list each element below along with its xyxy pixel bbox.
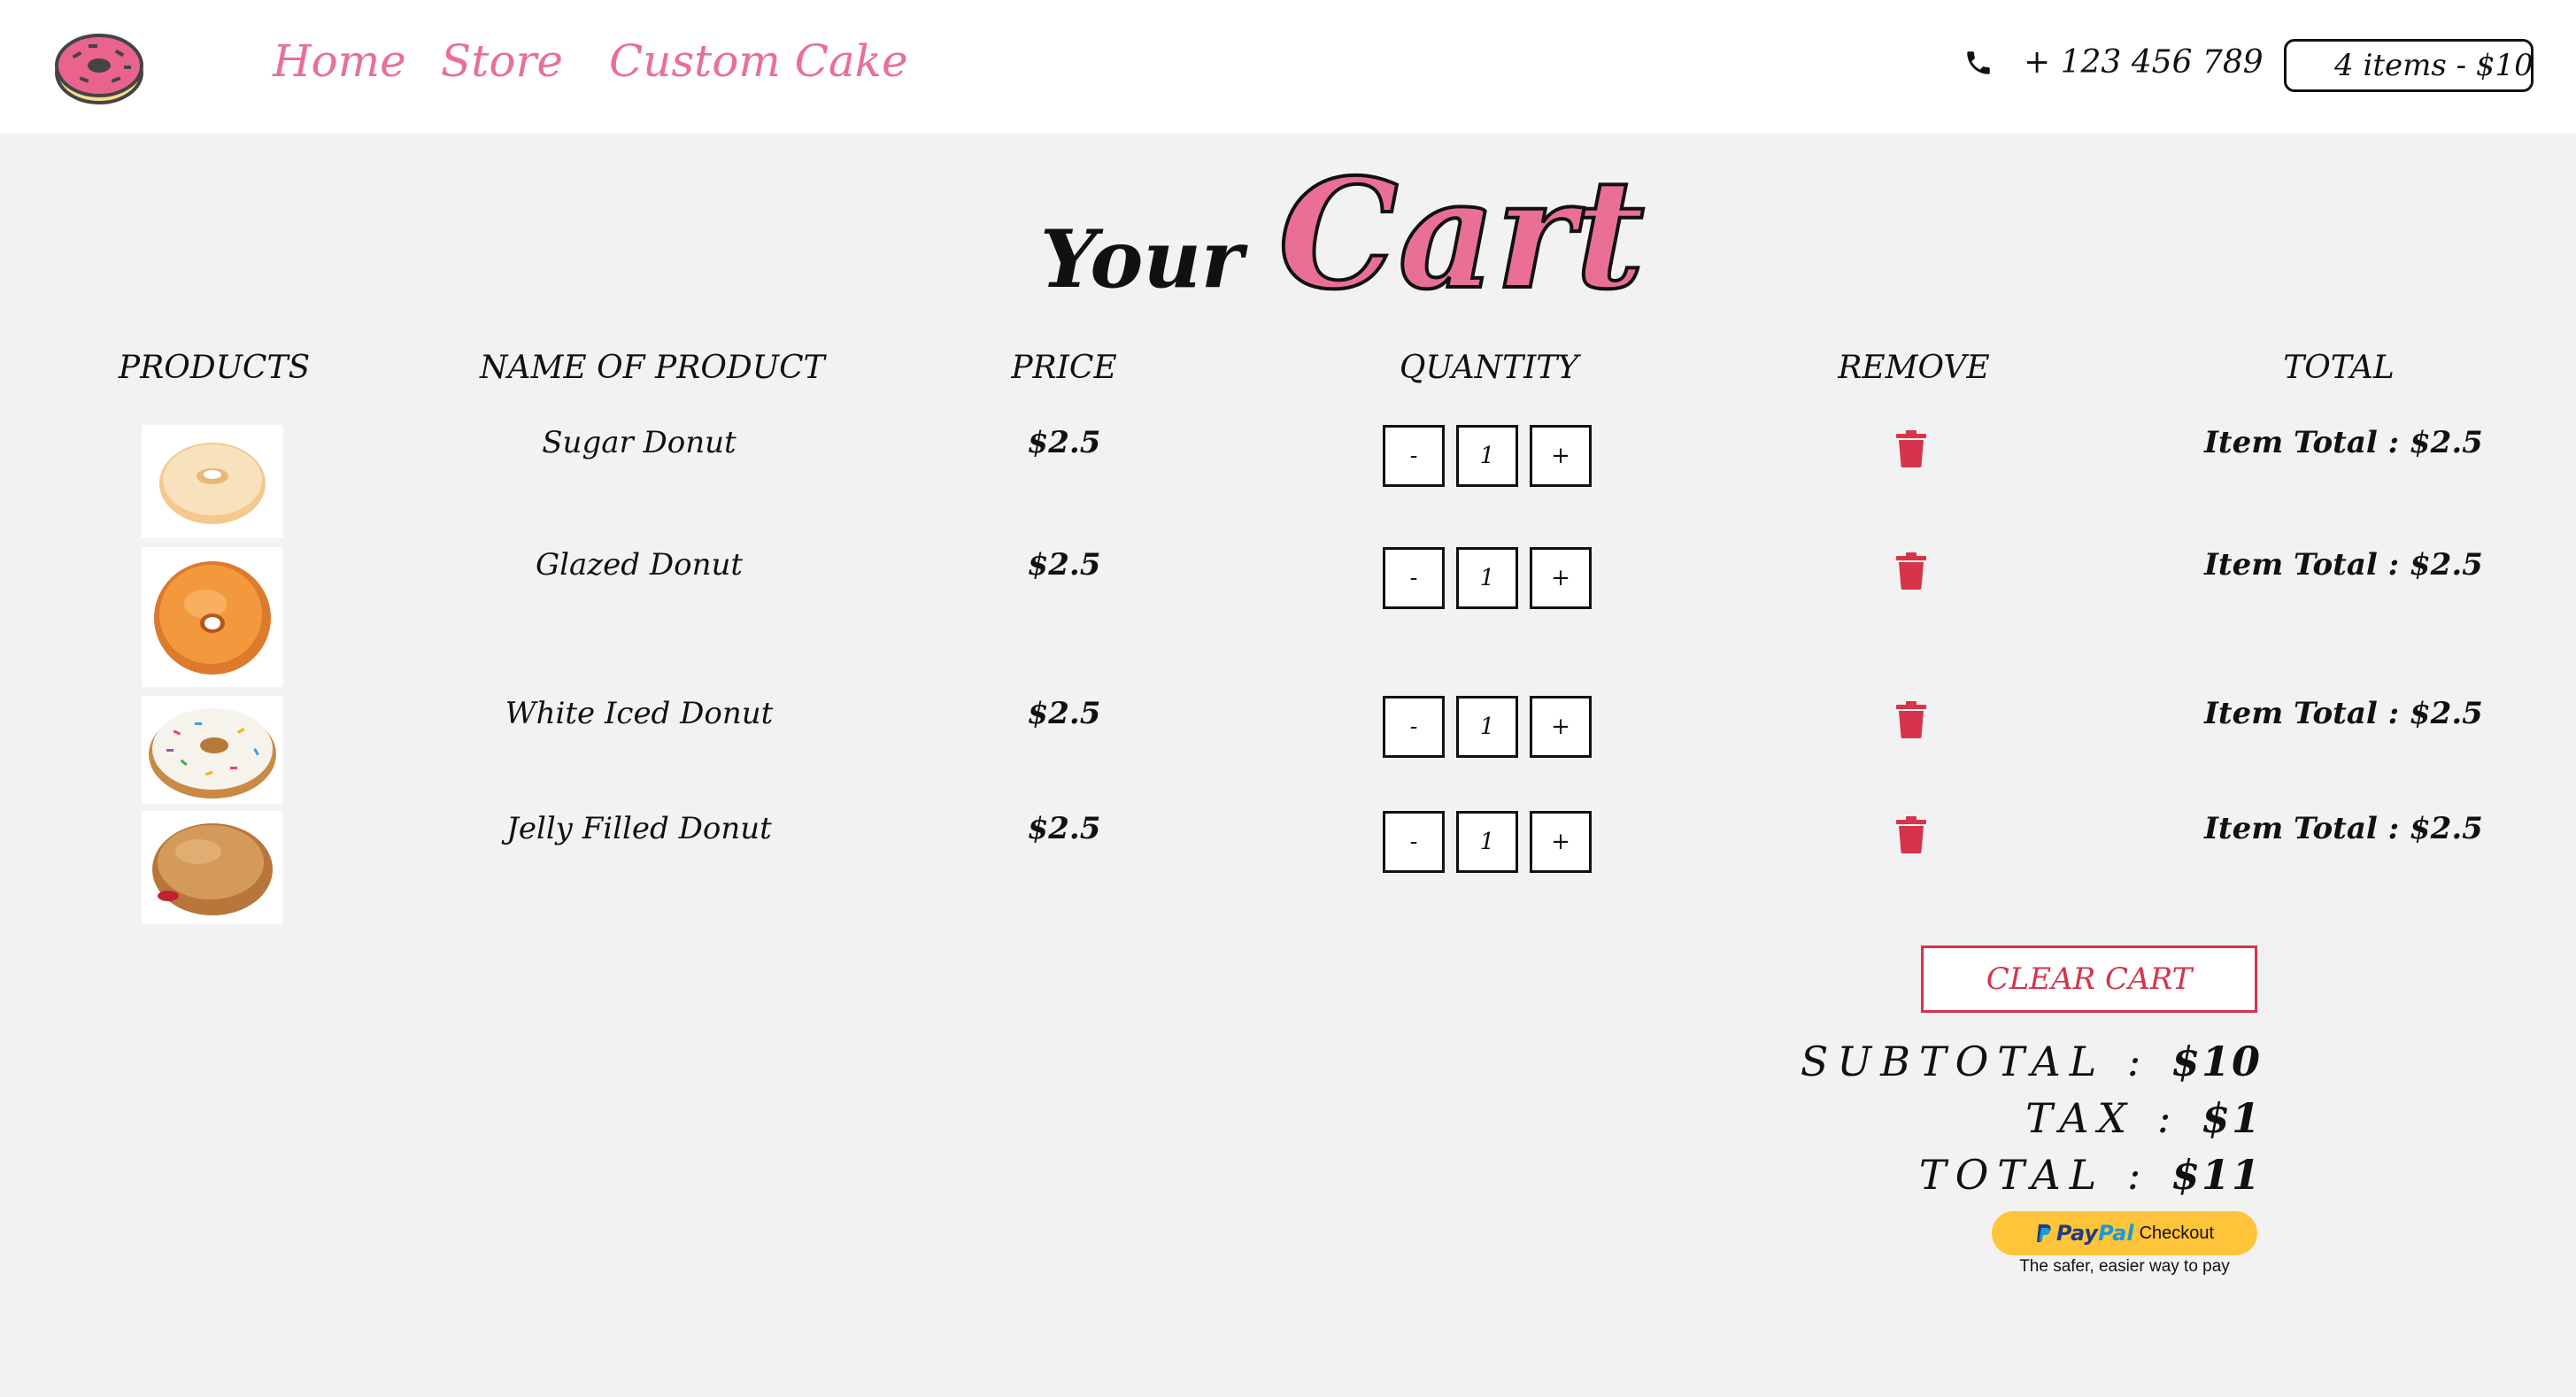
increase-quantity-button[interactable]: + <box>1530 696 1592 758</box>
cart-summary: 4 items - $10 <box>2334 48 2534 83</box>
quantity-stepper: - 1 + <box>1383 547 1592 609</box>
tax: TAX : $1 <box>2025 1094 2262 1142</box>
quantity-value: 1 <box>1456 696 1518 758</box>
total-value: $11 <box>2171 1151 2262 1199</box>
decrease-quantity-button[interactable]: - <box>1383 547 1445 609</box>
decrease-quantity-button[interactable]: - <box>1383 811 1445 873</box>
title-cart: Cart <box>1276 146 1647 323</box>
product-name: Sugar Donut <box>542 425 737 460</box>
product-price: $2.5 <box>1027 425 1101 460</box>
tax-label: TAX : <box>2025 1094 2202 1142</box>
subtotal: SUBTOTAL : $10 <box>1801 1038 2262 1085</box>
quantity-value: 1 <box>1456 811 1518 873</box>
paypal-brand-pal: Pal <box>2098 1221 2134 1246</box>
quantity-stepper: - 1 + <box>1383 696 1592 758</box>
product-price: $2.5 <box>1027 696 1101 731</box>
trash-icon[interactable] <box>1896 816 1926 853</box>
nav-link-custom-cake[interactable]: Custom Cake <box>609 35 908 87</box>
product-name: Jelly Filled Donut <box>506 811 772 846</box>
item-total: Item Total : $2.5 <box>2204 425 2483 460</box>
total-label: TOTAL : <box>1918 1151 2171 1199</box>
item-total: Item Total : $2.5 <box>2204 811 2483 846</box>
product-price: $2.5 <box>1027 547 1101 583</box>
header-remove: REMOVE <box>1838 350 1990 386</box>
quantity-stepper: - 1 + <box>1383 425 1592 487</box>
item-total: Item Total : $2.5 <box>2204 696 2483 731</box>
trash-icon[interactable] <box>1896 701 1926 738</box>
product-image-white-iced-donut <box>142 696 283 804</box>
trash-icon[interactable] <box>1896 552 1926 590</box>
quantity-value: 1 <box>1456 425 1518 487</box>
header-name: NAME OF PRODUCT <box>480 350 825 386</box>
header-price: PRICE <box>1011 350 1117 386</box>
quantity-value: 1 <box>1456 547 1518 609</box>
navbar: Home Store Custom Cake + 123 456 789 4 i… <box>0 0 2576 134</box>
decrease-quantity-button[interactable]: - <box>1383 425 1445 487</box>
nav-link-store[interactable]: Store <box>441 35 563 87</box>
product-name: White Iced Donut <box>505 696 774 731</box>
subtotal-label: SUBTOTAL : <box>1800 1038 2171 1085</box>
paypal-icon <box>2036 1224 2051 1242</box>
paypal-checkout-label: Checkout <box>2139 1223 2215 1243</box>
product-image-jelly-filled-donut <box>142 811 283 924</box>
paypal-checkout-button[interactable]: Pay Pal Checkout <box>1992 1211 2257 1255</box>
title-your: Your <box>1040 212 1244 306</box>
nav-link-home[interactable]: Home <box>273 35 406 87</box>
phone-text: + 123 456 789 <box>2024 44 2264 81</box>
clear-cart-button[interactable]: CLEAR CART <box>1921 945 2257 1013</box>
item-total: Item Total : $2.5 <box>2204 547 2483 583</box>
paypal-tagline: The safer, easier way to pay <box>2019 1257 2230 1276</box>
header-products: PRODUCTS <box>118 350 311 386</box>
subtotal-value: $10 <box>2171 1038 2262 1085</box>
total: TOTAL : $11 <box>1919 1151 2262 1199</box>
donut-logo-icon[interactable] <box>53 27 145 106</box>
product-image-glazed-donut <box>142 547 283 687</box>
tax-value: $1 <box>2201 1094 2262 1142</box>
header-total: TOTAL <box>2283 350 2395 386</box>
phone-number: + 123 456 789 <box>1963 44 2264 81</box>
phone-icon <box>1967 50 1990 74</box>
increase-quantity-button[interactable]: + <box>1530 811 1592 873</box>
product-price: $2.5 <box>1027 811 1101 846</box>
cart-button[interactable]: 4 items - $10 <box>2284 39 2534 92</box>
trash-icon[interactable] <box>1896 430 1926 467</box>
quantity-stepper: - 1 + <box>1383 811 1592 873</box>
increase-quantity-button[interactable]: + <box>1530 425 1592 487</box>
page-title: Your Cart <box>1040 146 1647 323</box>
product-image-sugar-donut <box>142 425 283 538</box>
decrease-quantity-button[interactable]: - <box>1383 696 1445 758</box>
header-quantity: QUANTITY <box>1399 350 1579 386</box>
paypal-brand-pay: Pay <box>2055 1221 2099 1246</box>
increase-quantity-button[interactable]: + <box>1530 547 1592 609</box>
product-name: Glazed Donut <box>535 547 744 583</box>
